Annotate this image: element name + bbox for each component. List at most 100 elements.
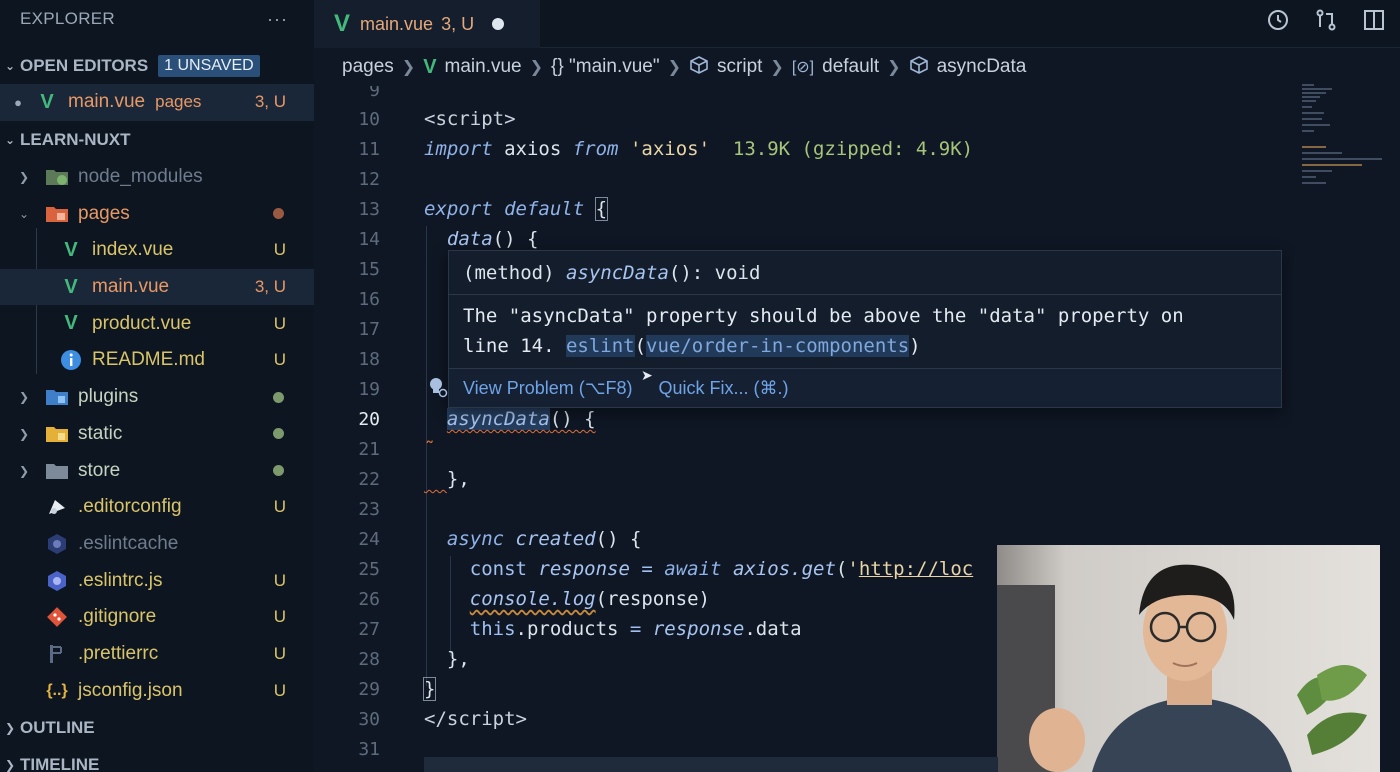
- breadcrumb-item-default[interactable]: [⊘] default: [792, 56, 879, 78]
- breadcrumb-label: script: [717, 56, 763, 77]
- chevron-right-icon: ❯: [770, 59, 784, 76]
- minimap-line: [1302, 176, 1316, 178]
- split-editor-icon[interactable]: [1360, 8, 1388, 32]
- line-number: 16: [358, 289, 380, 310]
- tree-item-label: store: [78, 459, 121, 481]
- tree-item-readme[interactable]: README.md U: [0, 342, 314, 379]
- timeline-label: TIMELINE: [20, 754, 100, 772]
- eslint-rule-link[interactable]: vue/order-in-components: [646, 335, 910, 357]
- tab-main-vue[interactable]: V main.vue 3, U: [314, 0, 540, 48]
- open-changes-icon[interactable]: [1312, 8, 1340, 32]
- tree-item-label: product.vue: [92, 312, 192, 334]
- tree-item-label: index.vue: [92, 239, 174, 261]
- breadcrumb-label: default: [822, 56, 880, 77]
- untracked-dot-icon: [273, 428, 284, 440]
- tree-item-status: U: [273, 680, 286, 700]
- tree-item-node-modules[interactable]: ❯ node_modules: [0, 159, 314, 196]
- timeline-section[interactable]: ❯ TIMELINE: [0, 746, 314, 772]
- tree-item-product-vue[interactable]: V product.vue U: [0, 305, 314, 342]
- tree-item-prettierrc[interactable]: .prettierrc U: [0, 636, 314, 673]
- line-number: 17: [358, 319, 380, 340]
- message-line: The "asyncData" property should be above…: [463, 305, 1184, 327]
- tree-item-jsconfig[interactable]: {..} jsconfig.json U: [0, 672, 314, 709]
- tab-label: main.vue: [360, 13, 434, 34]
- chevron-right-icon: ❯: [18, 170, 30, 185]
- signature-suffix: (): void: [668, 262, 761, 284]
- folder-store-icon: [44, 459, 70, 483]
- line-number: 21: [358, 439, 380, 460]
- tree-item-static[interactable]: ❯ static: [0, 416, 314, 453]
- project-section[interactable]: ⌄ LEARN-NUXT: [0, 122, 314, 159]
- code-line-10: <script>: [424, 108, 516, 130]
- tree-item-label: jsconfig.json: [78, 679, 183, 701]
- minimap-line: [1302, 118, 1322, 120]
- hover-message: The "asyncData" property should be above…: [449, 295, 1281, 369]
- tree-item-index-vue[interactable]: V index.vue U: [0, 232, 314, 269]
- tree-item-editorconfig[interactable]: .editorconfig U: [0, 489, 314, 526]
- lightbulb-icon[interactable]: [428, 376, 448, 403]
- folder-plugins-icon: [44, 385, 70, 409]
- vue-file-icon: V: [40, 90, 54, 113]
- tree-item-label: .eslintcache: [78, 532, 179, 554]
- tree-item-plugins[interactable]: ❯ plugins: [0, 379, 314, 416]
- breadcrumb-item-file[interactable]: Vmain.vue: [423, 56, 521, 79]
- tree-item-gitignore[interactable]: .gitignore U: [0, 599, 314, 636]
- explorer-sidebar: EXPLORER ··· ⌄ OPEN EDITORS 1 UNSAVED ● …: [0, 0, 314, 772]
- minimap-line: [1302, 130, 1314, 132]
- code-line-26: console.log(response): [469, 588, 710, 610]
- import-cost-hint: 13.9K (gzipped: 4.9K): [732, 138, 974, 160]
- editor-tab-bar: V main.vue 3, U: [314, 0, 1400, 48]
- tree-item-eslintcache[interactable]: .eslintcache: [0, 526, 314, 563]
- chevron-right-icon: ❯: [4, 720, 16, 735]
- breadcrumb-item-module[interactable]: {} "main.vue": [551, 56, 660, 78]
- line-number: 27: [358, 619, 380, 640]
- info-icon: [58, 348, 84, 372]
- line-number: 18: [358, 349, 380, 370]
- json-icon: {..}: [46, 681, 68, 699]
- open-editors-label: OPEN EDITORS: [20, 55, 149, 75]
- minimap-line: [1302, 158, 1382, 160]
- vue-file-icon: V: [64, 312, 78, 335]
- url-text: http://loc: [858, 558, 974, 580]
- open-editor-item-main-vue[interactable]: ● V main.vue pages 3, U: [0, 84, 314, 121]
- tree-item-status: U: [273, 313, 286, 333]
- editor-bottom-strip: [424, 757, 998, 772]
- tree-item-eslintrc[interactable]: .eslintrc.js U: [0, 562, 314, 599]
- chevron-down-icon: ⌄: [4, 133, 16, 148]
- open-editor-name: main.vue: [68, 91, 146, 113]
- chevron-down-icon: ⌄: [18, 206, 30, 221]
- minimap-line: [1302, 146, 1326, 148]
- timeline-history-icon[interactable]: [1264, 8, 1292, 32]
- tree-item-status: 3, U: [254, 277, 286, 297]
- tree-item-pages[interactable]: ⌄ pages: [0, 195, 314, 232]
- tree-item-label: plugins: [78, 386, 139, 408]
- line-number: 14: [358, 229, 380, 250]
- tree-item-store[interactable]: ❯ store: [0, 452, 314, 489]
- view-problem-link[interactable]: View Problem (⌥F8): [463, 378, 632, 399]
- code-line-27: this.products = response.data: [469, 618, 802, 640]
- quick-fix-link[interactable]: Quick Fix... (⌘.): [658, 378, 788, 399]
- tree-item-status: U: [273, 607, 286, 627]
- breadcrumb-item-script[interactable]: script: [689, 55, 762, 80]
- tree-item-label: node_modules: [78, 166, 203, 188]
- hover-signature: (method) asyncData(): void: [449, 251, 1281, 295]
- minimap-line: [1302, 164, 1362, 166]
- tree-item-status: U: [273, 350, 286, 370]
- chevron-right-icon: ❯: [18, 463, 30, 478]
- tree-item-main-vue[interactable]: V main.vue 3, U: [0, 268, 314, 306]
- open-editors-section[interactable]: ⌄ OPEN EDITORS 1 UNSAVED: [0, 47, 314, 84]
- line-number: 10: [358, 109, 380, 130]
- unsaved-dot-icon[interactable]: [492, 18, 505, 30]
- minimap-line: [1302, 106, 1312, 108]
- signature-prefix: (method): [463, 262, 566, 284]
- breadcrumb-item-pages[interactable]: pages: [342, 56, 394, 78]
- breadcrumb-item-asyncdata[interactable]: asyncData: [909, 55, 1026, 80]
- line-number: 13: [358, 199, 380, 220]
- more-actions-button[interactable]: ···: [267, 9, 288, 30]
- eslint-source-link[interactable]: eslint: [565, 335, 635, 357]
- line-number: 19: [358, 379, 380, 400]
- tree-item-label: pages: [78, 202, 130, 224]
- breadcrumb-label: {} "main.vue": [551, 56, 660, 77]
- outline-section[interactable]: ❯ OUTLINE: [0, 709, 314, 746]
- untracked-dot-icon: [273, 465, 284, 477]
